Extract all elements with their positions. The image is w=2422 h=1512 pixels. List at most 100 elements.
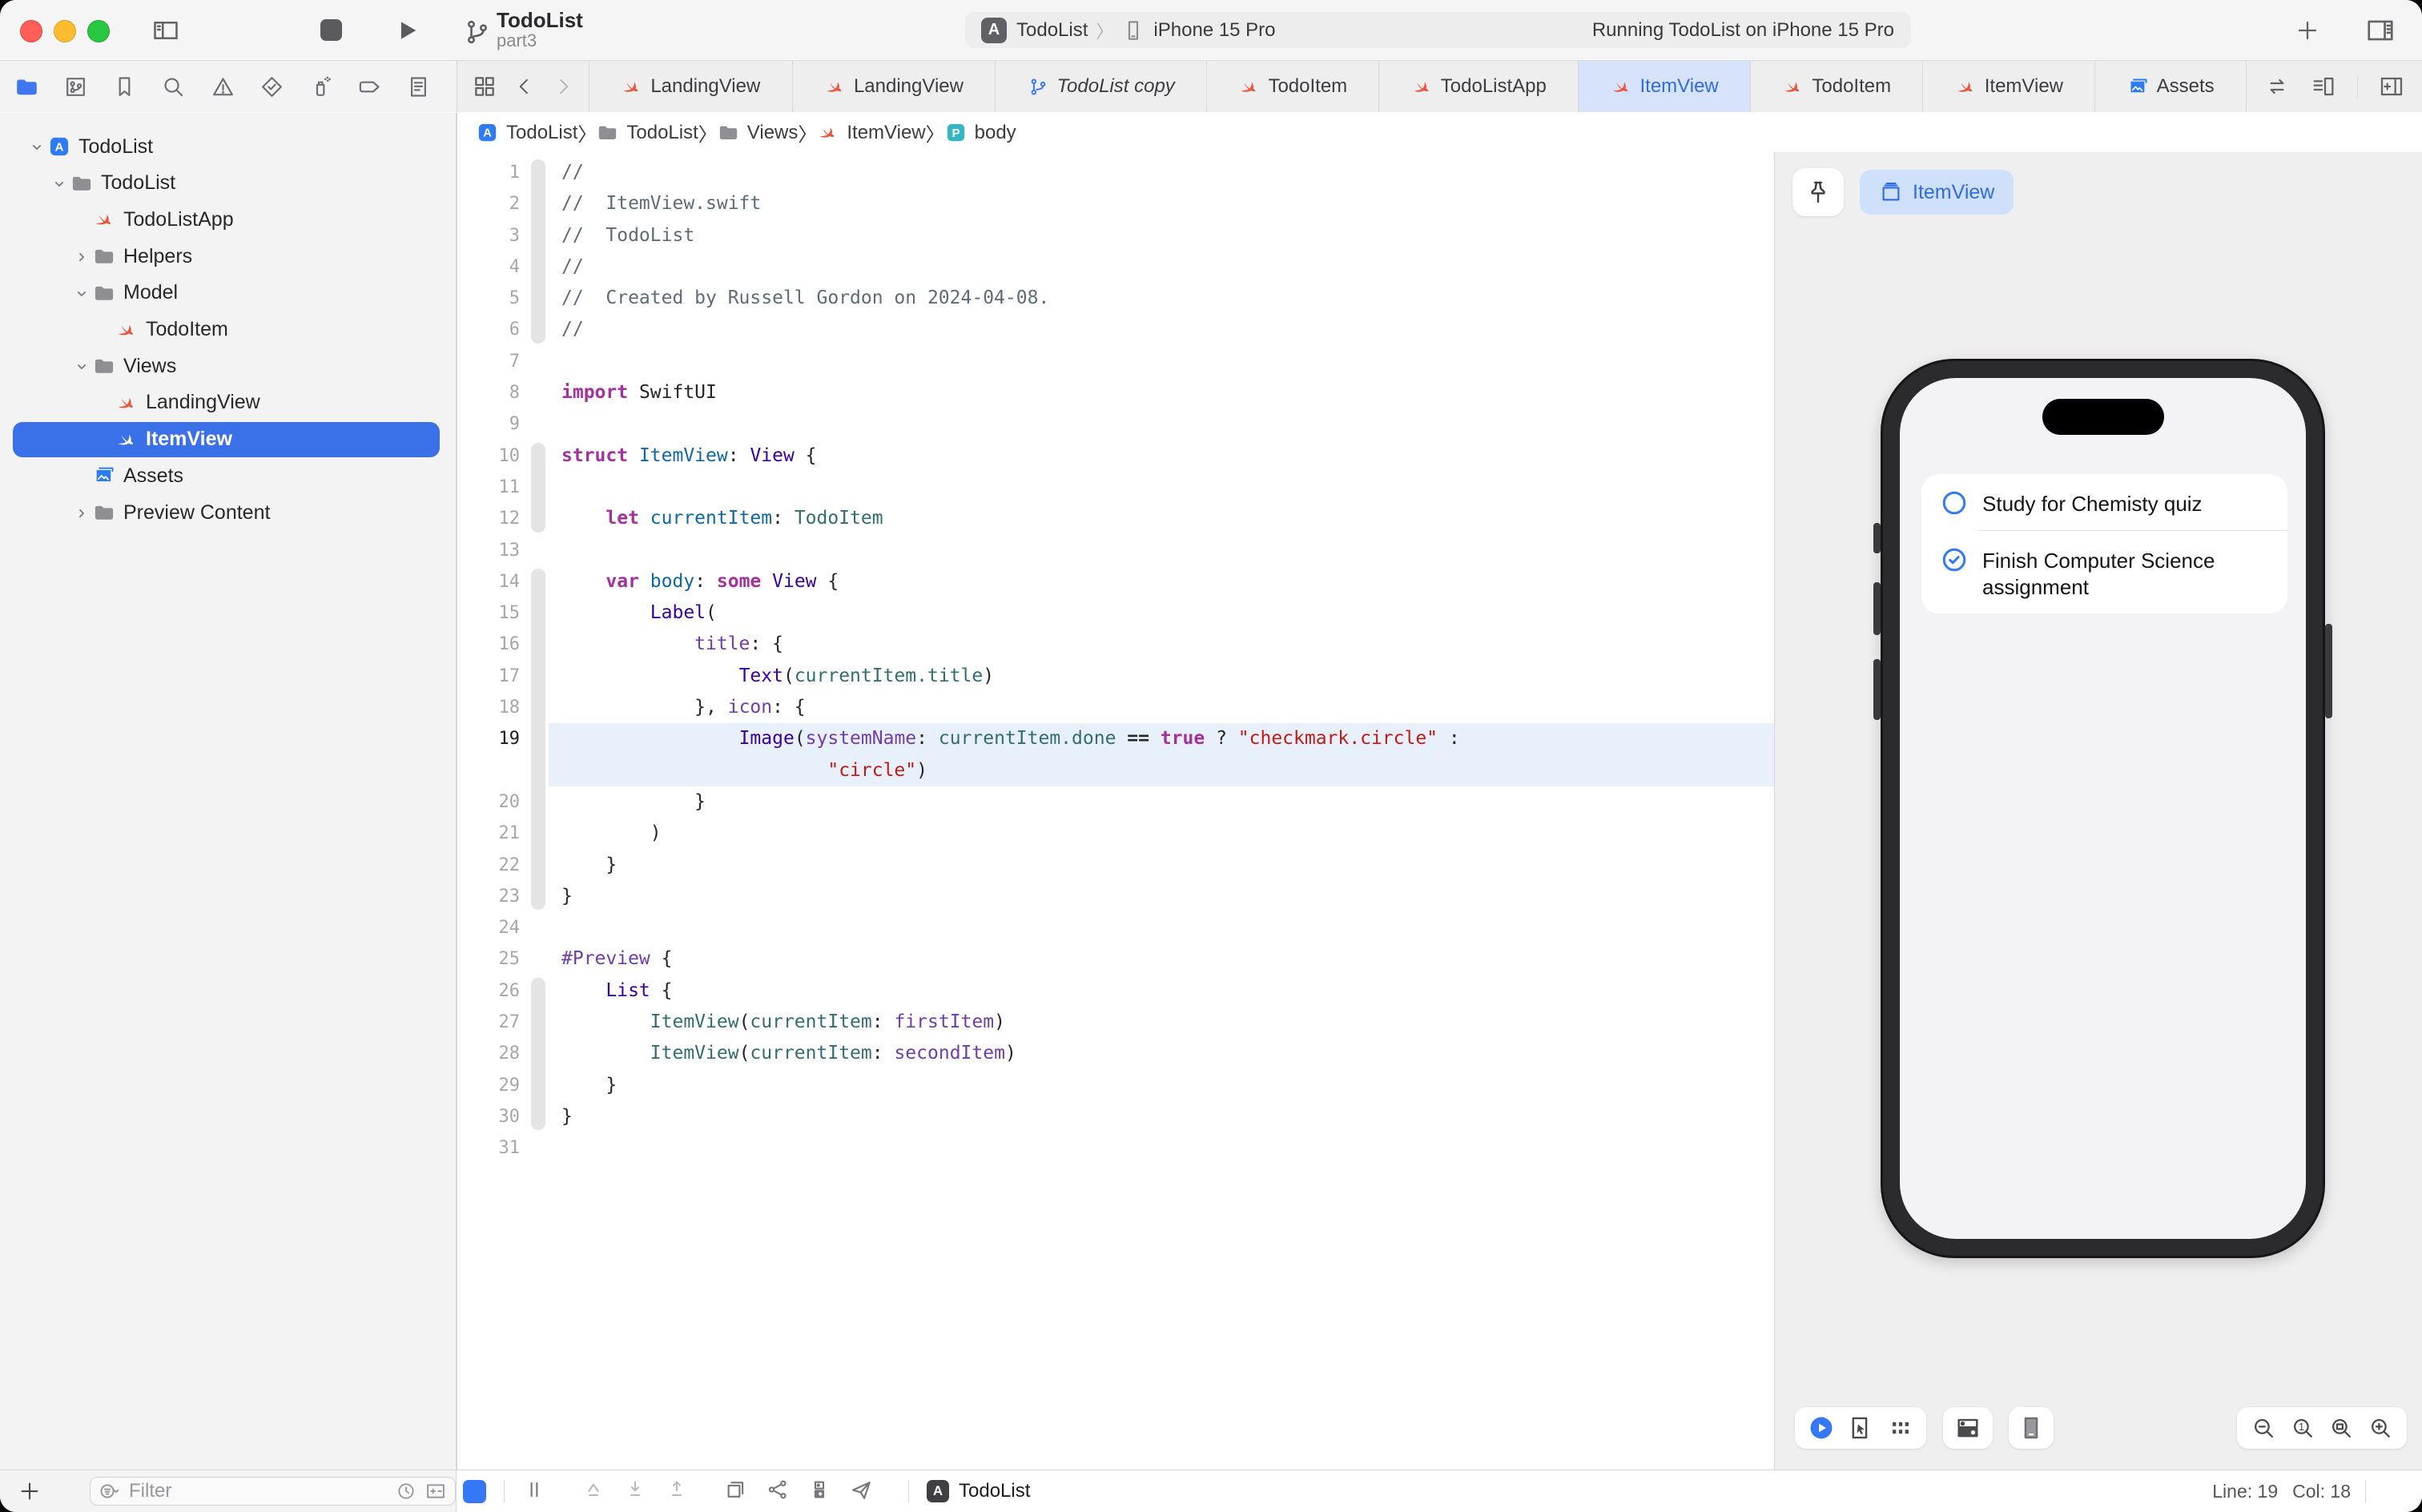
run-destination-device[interactable]: iPhone 15 Pro	[1153, 19, 1275, 42]
filter-flags-icon[interactable]	[424, 1480, 447, 1502]
code-line-6[interactable]: 6//	[457, 314, 1774, 345]
code-line-7[interactable]: 7	[457, 346, 1774, 377]
navigator-tab-report[interactable]	[406, 74, 431, 99]
preview-tab-chip[interactable]: ItemView	[1860, 170, 2014, 215]
navigator-tab-test-diamond[interactable]	[260, 74, 284, 99]
scheme-title-block[interactable]: TodoList part3	[497, 9, 583, 50]
run-destination-app[interactable]: TodoList	[1016, 19, 1088, 42]
zoom-fit-button[interactable]	[2328, 1415, 2354, 1441]
layers-icon[interactable]	[724, 1478, 748, 1502]
canvas-toggle-icon[interactable]	[463, 1480, 486, 1503]
go-forward-icon[interactable]	[552, 75, 574, 98]
zoom-window-button[interactable]	[87, 20, 110, 42]
preview-screen[interactable]: Study for Chemisty quiz Finish Computer …	[1900, 378, 2306, 1239]
play-circle-button[interactable]	[1808, 1414, 1835, 1442]
sidebar-item-todoitem[interactable]: TodoItem	[0, 312, 451, 348]
sidebar-item-assets[interactable]: Assets	[0, 458, 451, 493]
code-line-21[interactable]: 21 )	[457, 818, 1774, 849]
sidebar-item-todolistapp[interactable]: TodoListApp	[0, 202, 451, 237]
close-window-button[interactable]	[20, 20, 42, 42]
tri-under-icon[interactable]	[581, 1478, 606, 1502]
minimize-window-button[interactable]	[54, 20, 76, 42]
code-line-14[interactable]: 14 var body: some View {	[457, 566, 1774, 597]
breadcrumb-item[interactable]: Pbody	[945, 122, 1016, 144]
code-line-24[interactable]: 24	[457, 912, 1774, 943]
toggle-inspector-icon[interactable]	[2358, 0, 2403, 60]
code-line-12[interactable]: 12 let currentItem: TodoItem	[457, 503, 1774, 534]
code-line-11[interactable]: 11	[457, 472, 1774, 503]
code-line-5[interactable]: 5// Created by Russell Gordon on 2024-04…	[457, 283, 1774, 314]
code-line-19[interactable]: 19 Image(systemName: currentItem.done ==…	[457, 723, 1774, 754]
code-line-17[interactable]: 17 Text(currentItem.title)	[457, 661, 1774, 692]
tab-itemview[interactable]: ItemView	[1578, 61, 1750, 112]
library-add-button[interactable]	[2289, 0, 2326, 60]
down-under-icon[interactable]	[623, 1478, 647, 1502]
sidebar-item-preview-content[interactable]: Preview Content	[0, 495, 451, 530]
add-file-icon[interactable]	[18, 1479, 42, 1503]
device-cursor-button[interactable]	[1847, 1414, 1874, 1442]
grid-dots-button[interactable]	[1887, 1414, 1914, 1442]
code-line-8[interactable]: 8import SwiftUI	[457, 377, 1774, 408]
pin-preview-button[interactable]	[1792, 168, 1844, 216]
scheme-selector[interactable]: A TodoList 〉 iPhone 15 Pro Running TodoL…	[965, 12, 1910, 48]
recents-icon[interactable]	[396, 1481, 416, 1502]
related-items-icon[interactable]	[472, 74, 497, 99]
code-line-31[interactable]: 31	[457, 1132, 1774, 1164]
code-line-wrap[interactable]: "circle")	[457, 755, 1774, 786]
tab-landingview[interactable]: LandingView	[792, 61, 996, 112]
code-line-27[interactable]: 27 ItemView(currentItem: firstItem)	[457, 1007, 1774, 1038]
toggle-navigator-icon[interactable]	[146, 0, 186, 60]
code-line-22[interactable]: 22 }	[457, 850, 1774, 881]
tab-todoitem[interactable]: TodoItem	[1750, 61, 1922, 112]
tab-itemview[interactable]: ItemView	[1922, 61, 2094, 112]
code-line-25[interactable]: 25#Preview {	[457, 943, 1774, 975]
tab-landingview[interactable]: LandingView	[589, 61, 792, 112]
active-target[interactable]: A TodoList	[927, 1480, 1030, 1502]
code-line-29[interactable]: 29 }	[457, 1070, 1774, 1101]
filter-field[interactable]: Filter	[90, 1477, 456, 1506]
code-line-20[interactable]: 20 }	[457, 786, 1774, 818]
code-line-15[interactable]: 15 Label(	[457, 597, 1774, 629]
navigator-tab-folder-blue[interactable]	[14, 74, 39, 99]
navigator-tab-bookmark[interactable]	[112, 74, 137, 99]
sidebar-item-helpers[interactable]: Helpers	[0, 239, 451, 274]
code-line-4[interactable]: 4//	[457, 251, 1774, 283]
breadcrumb-item[interactable]: Views	[718, 122, 799, 144]
variants-button[interactable]	[1943, 1407, 1993, 1449]
todo-row[interactable]: Study for Chemisty quiz	[1921, 474, 2287, 530]
zoom-out-button[interactable]	[2251, 1415, 2276, 1441]
sidebar-item-todolist[interactable]: TodoList	[0, 166, 451, 201]
navigator-tab-warning[interactable]	[211, 74, 235, 99]
breadcrumb-item[interactable]: ItemView	[817, 122, 925, 144]
sidebar-item-landingview[interactable]: LandingView	[0, 385, 451, 420]
tab-todolistapp[interactable]: TodoListApp	[1378, 61, 1578, 112]
tab-assets[interactable]: Assets	[2094, 61, 2246, 112]
code-line-9[interactable]: 9	[457, 408, 1774, 440]
plane-icon[interactable]	[849, 1478, 873, 1502]
stop-button[interactable]	[317, 0, 344, 60]
code-line-13[interactable]: 13	[457, 535, 1774, 566]
run-button[interactable]	[391, 0, 423, 60]
navigator-tab-source-control[interactable]	[63, 74, 88, 99]
code-line-16[interactable]: 16 title: {	[457, 629, 1774, 660]
add-editor-icon[interactable]	[2379, 74, 2404, 99]
tab-todoitem[interactable]: TodoItem	[1206, 61, 1378, 112]
share-node-icon[interactable]	[766, 1478, 790, 1502]
code-line-30[interactable]: 30}	[457, 1101, 1774, 1132]
bars-icon[interactable]	[522, 1478, 546, 1502]
swap-editors-icon[interactable]	[2264, 74, 2290, 99]
todo-row[interactable]: Finish Computer Science assignment	[1977, 530, 2287, 613]
navigator-tab-tag[interactable]	[357, 74, 382, 99]
code-line-28[interactable]: 28 ItemView(currentItem: secondItem)	[457, 1038, 1774, 1069]
sidebar-item-todolist[interactable]: A TodoList	[0, 129, 451, 164]
breadcrumb-item[interactable]: ATodoList	[477, 122, 577, 144]
code-line-2[interactable]: 2// ItemView.swift	[457, 188, 1774, 219]
toggles-icon[interactable]	[807, 1478, 831, 1502]
zoom-one-button[interactable]: 1	[2290, 1415, 2315, 1441]
sidebar-item-model[interactable]: Model	[0, 275, 451, 311]
sidebar-item-itemview[interactable]: ItemView	[0, 422, 451, 457]
zoom-in-button[interactable]	[2368, 1415, 2393, 1441]
source-editor[interactable]: 1//2// ItemView.swift3// TodoList4//5// …	[457, 152, 1774, 1470]
tab-todolist-copy[interactable]: TodoList copy	[995, 61, 1206, 112]
breadcrumb-item[interactable]: TodoList	[597, 122, 698, 144]
